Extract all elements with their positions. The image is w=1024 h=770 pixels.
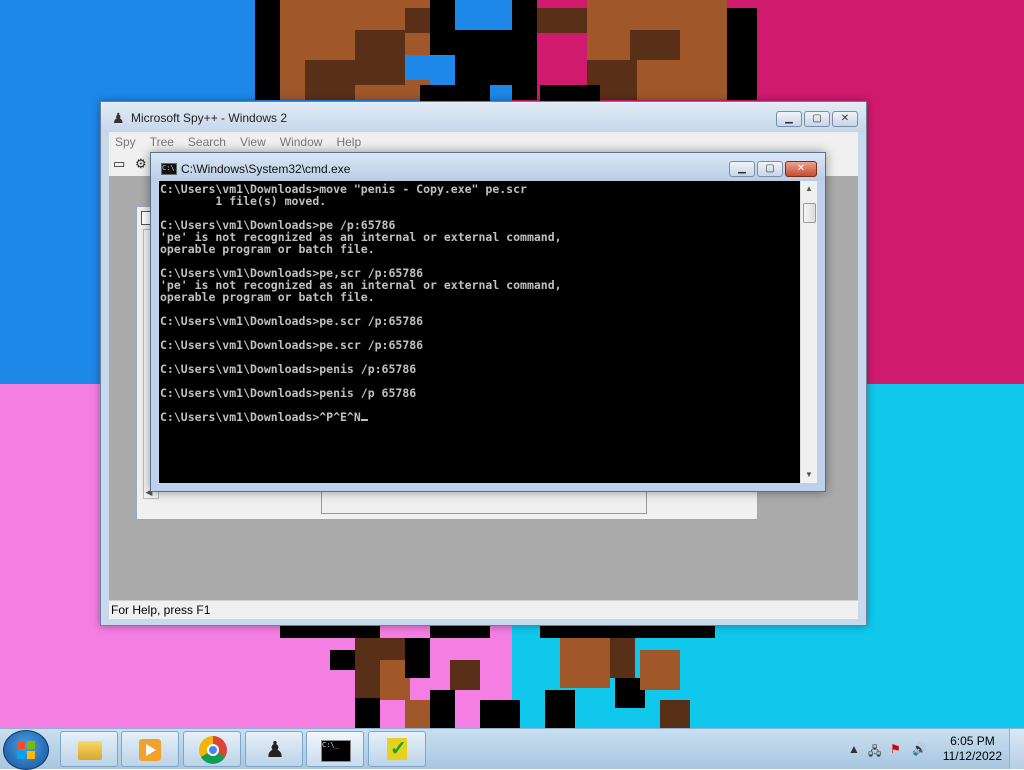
console-cursor xyxy=(360,419,368,421)
sprite-pixel xyxy=(450,660,480,690)
menu-spy[interactable]: Spy xyxy=(115,132,144,152)
sprite-pixel xyxy=(545,690,575,728)
sprite-pixel xyxy=(430,0,455,60)
taskbar-checkmark-app[interactable]: ✓ xyxy=(368,731,426,767)
explorer-icon xyxy=(78,741,102,760)
sprite-pixel xyxy=(355,698,380,728)
media-player-icon xyxy=(139,739,161,761)
cmd-window[interactable]: C:\ C:\Windows\System32\cmd.exe ▁ ▢ ✕ C:… xyxy=(150,152,826,492)
close-button[interactable]: ✕ xyxy=(832,111,858,127)
sprite-pixel xyxy=(512,0,537,60)
volume-icon[interactable]: 🔊 xyxy=(912,742,927,756)
cmd-minimize-button[interactable]: ▁ xyxy=(729,161,755,177)
cmd-icon: C:\_ xyxy=(321,740,351,762)
sprite-pixel xyxy=(727,8,757,100)
sprite-pixel xyxy=(540,85,600,101)
sprite-pixel xyxy=(430,626,490,638)
menu-tree[interactable]: Tree xyxy=(150,132,182,152)
taskbar-media-player[interactable] xyxy=(121,731,179,767)
sprite-pixel xyxy=(630,30,680,60)
clock-date: 11/12/2022 xyxy=(942,749,1002,763)
sprite-pixel xyxy=(280,626,380,638)
chrome-icon xyxy=(199,736,227,764)
spy-menubar: Spy Tree Search View Window Help xyxy=(109,132,858,152)
sprite-pixel xyxy=(420,85,490,101)
spy-icon: ♟ xyxy=(265,737,285,762)
spy-statusbar: For Help, press F1 xyxy=(109,600,858,619)
sprite-pixel xyxy=(660,700,690,728)
cmd-close-button[interactable]: ✕ xyxy=(785,161,817,177)
sprite-pixel xyxy=(405,8,430,33)
menu-search[interactable]: Search xyxy=(188,132,234,152)
cmd-maximize-button[interactable]: ▢ xyxy=(757,161,783,177)
sprite-pixel xyxy=(635,626,715,638)
taskbar: ♟ C:\_ ✓ ▲ 🖧 ⚑ 🔊 6:05 PM 11/12/2022 xyxy=(0,728,1024,770)
sprite-pixel xyxy=(405,55,455,80)
menu-window[interactable]: Window xyxy=(280,132,331,152)
console-line: operable program or batch file. xyxy=(160,290,375,304)
scroll-down-arrow-icon[interactable]: ▼ xyxy=(801,467,817,483)
taskbar-spy[interactable]: ♟ xyxy=(245,731,303,767)
taskbar-explorer[interactable] xyxy=(60,731,118,767)
scroll-up-arrow-icon[interactable]: ▲ xyxy=(801,181,817,197)
sprite-pixel xyxy=(355,30,405,85)
cmd-titlebar[interactable]: C:\ C:\Windows\System32\cmd.exe ▁ ▢ ✕ xyxy=(151,153,825,181)
sprite-pixel xyxy=(537,8,587,33)
maximize-button[interactable]: ▢ xyxy=(804,111,830,127)
console-output[interactable]: C:\Users\vm1\Downloads>move "penis - Cop… xyxy=(159,181,801,483)
taskbar-chrome[interactable] xyxy=(183,731,241,767)
clock[interactable]: 6:05 PM 11/12/2022 xyxy=(943,734,1002,764)
show-desktop-button[interactable] xyxy=(1009,729,1024,769)
sprite-pixel xyxy=(405,700,430,728)
scroll-thumb[interactable] xyxy=(803,203,816,223)
console-line: 1 file(s) moved. xyxy=(160,194,327,208)
console-line: C:\Users\vm1\Downloads>penis /p 65786 xyxy=(160,386,417,400)
sprite-pixel xyxy=(540,626,640,638)
menu-help[interactable]: Help xyxy=(336,132,369,152)
sprite-pixel xyxy=(537,55,587,80)
spy-title: Microsoft Spy++ - Windows 2 xyxy=(131,111,288,125)
network-icon[interactable]: 🖧 xyxy=(868,742,881,763)
sprite-pixel xyxy=(640,650,680,690)
sprite-pixel xyxy=(480,700,520,728)
console-line: C:\Users\vm1\Downloads>pe.scr /p:65786 xyxy=(160,314,424,328)
sprite-pixel xyxy=(455,30,512,85)
show-hidden-icons-icon[interactable]: ▲ xyxy=(848,742,860,756)
cmd-title: C:\Windows\System32\cmd.exe xyxy=(181,162,351,176)
sprite-pixel xyxy=(255,0,280,100)
sprite-pixel xyxy=(610,638,635,678)
action-center-icon[interactable]: ⚑ xyxy=(890,742,901,756)
console-icon: C:\ xyxy=(161,163,177,175)
sprite-pixel xyxy=(512,60,537,100)
taskbar-cmd[interactable]: C:\_ xyxy=(306,731,364,767)
sprite-pixel xyxy=(330,650,355,670)
spy-icon: ♟ xyxy=(112,110,125,126)
checkmark-app-icon: ✓ xyxy=(387,738,407,760)
sprite-pixel xyxy=(305,60,355,100)
system-tray: ▲ 🖧 ⚑ 🔊 6:05 PM 11/12/2022 xyxy=(834,729,1024,769)
minimize-button[interactable]: ▁ xyxy=(776,111,802,127)
processes-view-icon[interactable]: ⚙ xyxy=(135,156,147,172)
menu-view[interactable]: View xyxy=(240,132,274,152)
sprite-pixel xyxy=(405,638,430,678)
spy-titlebar[interactable]: ♟ Microsoft Spy++ - Windows 2 ▁ ▢ ✕ xyxy=(101,102,866,132)
sprite-pixel xyxy=(430,690,455,728)
windows-view-icon[interactable]: ▭ xyxy=(113,156,125,172)
windows-logo-icon xyxy=(17,741,35,759)
console-line: C:\Users\vm1\Downloads>^P^E^N xyxy=(160,411,801,423)
console-line: C:\Users\vm1\Downloads>penis /p:65786 xyxy=(160,362,417,376)
start-button[interactable] xyxy=(3,730,49,770)
console-line: operable program or batch file. xyxy=(160,242,375,256)
cmd-vertical-scrollbar[interactable]: ▲ ▼ xyxy=(800,181,817,483)
console-line: C:\Users\vm1\Downloads>pe.scr /p:65786 xyxy=(160,338,424,352)
clock-time: 6:05 PM xyxy=(950,734,995,748)
sprite-pixel xyxy=(560,638,610,688)
